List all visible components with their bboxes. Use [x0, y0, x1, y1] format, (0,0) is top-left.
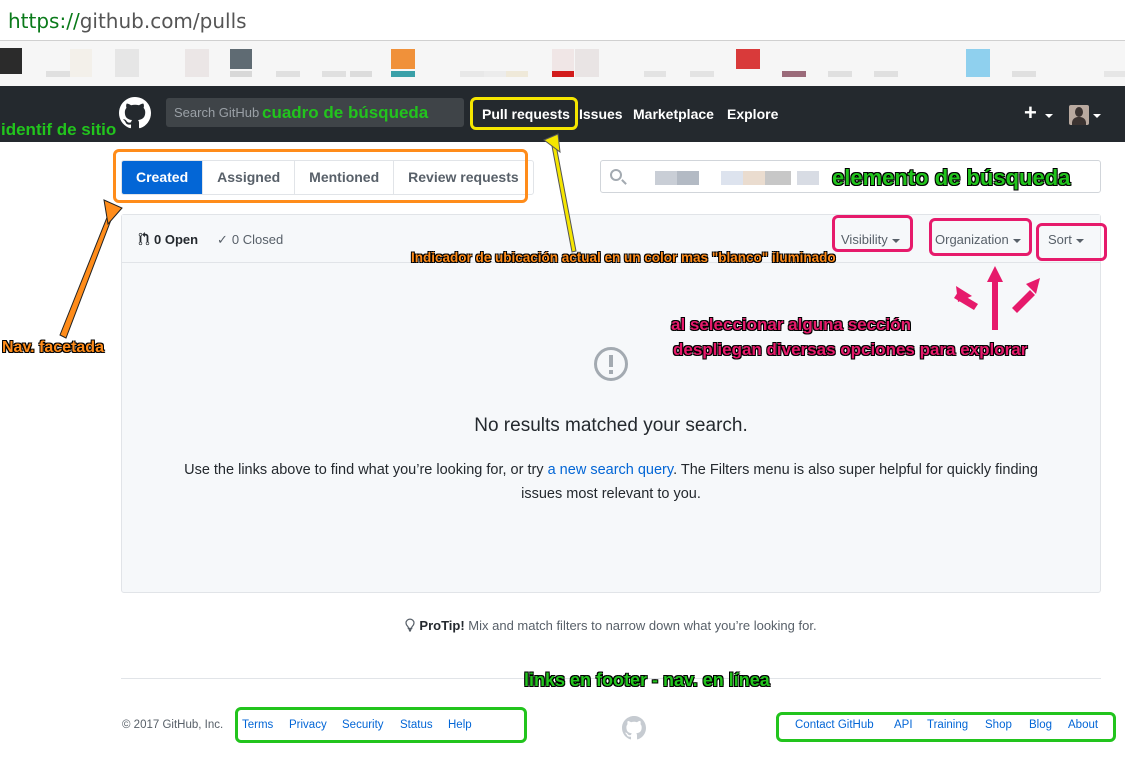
- annotation-frame-tabs: [113, 149, 528, 203]
- closed-count-label: 0 Closed: [231, 232, 284, 247]
- bookmark-icon[interactable]: [276, 71, 300, 77]
- bookmark-icon[interactable]: [690, 71, 714, 77]
- bookmark-icon[interactable]: [230, 49, 252, 69]
- bookmark-icon[interactable]: [736, 49, 760, 69]
- alert-icon: [594, 347, 628, 381]
- annotation-explore-line1: al seleccionar alguna sección: [671, 315, 912, 334]
- annotation-search-element: elemento de búsqueda: [832, 165, 1071, 190]
- bookmark-icon[interactable]: [1012, 71, 1036, 77]
- bookmark-icon[interactable]: [322, 71, 346, 77]
- open-count-label: 0 Open: [154, 232, 199, 247]
- plus-icon[interactable]: +: [1024, 100, 1037, 126]
- bookmark-icon[interactable]: [391, 49, 415, 69]
- annotation-frame-pull-requests: [470, 97, 578, 130]
- annotation-frame-visibility: [832, 215, 913, 252]
- bookmark-icon[interactable]: [782, 71, 806, 77]
- open-filter[interactable]: 0 Open: [138, 232, 198, 247]
- annotation-faceted-nav: Nav. facetada: [2, 339, 104, 356]
- search-icon: [610, 169, 622, 181]
- browser-address-bar[interactable]: https://github.com/pulls: [0, 0, 1125, 41]
- bookmark-icon[interactable]: [828, 71, 852, 77]
- github-logo-icon[interactable]: [119, 97, 151, 129]
- chevron-down-icon: [1045, 114, 1053, 118]
- bookmarks-bar: [0, 41, 1125, 86]
- annotation-explore-line2: despliegan diversas opciones para explor…: [673, 340, 1028, 359]
- bookmark-icon[interactable]: [874, 71, 898, 77]
- lightbulb-icon: [405, 618, 416, 632]
- blurred-query: [797, 171, 819, 185]
- github-footer-logo-icon[interactable]: [622, 716, 646, 740]
- annotation-footer-links: links en footer - nav. en línea: [524, 670, 770, 690]
- nav-marketplace[interactable]: Marketplace: [633, 106, 714, 122]
- bookmark-icon[interactable]: [575, 49, 599, 77]
- bookmark-icon[interactable]: [552, 71, 574, 77]
- annotation-location-indicator: Indicador de ubicación actual en un colo…: [411, 250, 836, 265]
- annotation-arrow-icon: [103, 199, 123, 226]
- bookmark-icon[interactable]: [350, 71, 372, 77]
- bookmark-icon[interactable]: [506, 71, 528, 77]
- new-search-query-link[interactable]: a new search query: [548, 462, 673, 478]
- nav-explore[interactable]: Explore: [727, 106, 778, 122]
- annotation-arrow-icon: [59, 209, 115, 339]
- protip-label: ProTip!: [419, 618, 465, 633]
- blankslate-title: No results matched your search.: [474, 415, 748, 436]
- annotation-frame-organization: [929, 218, 1032, 256]
- blurred-query: [655, 171, 677, 185]
- nav-issues[interactable]: Issues: [579, 106, 623, 122]
- bookmark-icon[interactable]: [1104, 71, 1125, 77]
- blurred-query: [743, 171, 765, 185]
- avatar[interactable]: [1069, 105, 1089, 125]
- bookmark-icon[interactable]: [70, 49, 92, 77]
- bookmark-icon[interactable]: [185, 49, 209, 77]
- bookmark-icon[interactable]: [966, 49, 990, 77]
- annotation-frame-footer-left: [235, 707, 527, 743]
- bookmark-icon[interactable]: [46, 71, 70, 77]
- bookmark-icon[interactable]: [644, 71, 666, 77]
- url-path: github.com/pulls: [79, 9, 247, 33]
- check-icon: ✓: [217, 232, 228, 247]
- blankslate-text: Use the links above to find what you’re …: [162, 458, 1060, 506]
- protip-text: Mix and match filters to narrow down wha…: [464, 618, 817, 633]
- bookmark-icon[interactable]: [391, 71, 415, 77]
- bookmark-icon[interactable]: [0, 48, 22, 74]
- bookmark-icon[interactable]: [460, 71, 484, 77]
- annotation-site-id: identif de sitio: [1, 120, 117, 139]
- url-scheme: https://: [8, 9, 80, 33]
- blurred-query: [721, 171, 743, 185]
- closed-filter[interactable]: ✓ 0 Closed: [217, 232, 283, 248]
- footer-copyright: © 2017 GitHub, Inc.: [122, 719, 224, 731]
- pull-request-icon: [138, 232, 150, 246]
- blurred-query: [677, 171, 699, 185]
- url-text[interactable]: https://github.com/pulls: [8, 9, 247, 33]
- bookmark-icon[interactable]: [115, 49, 139, 77]
- annotation-frame-footer-right: [776, 712, 1116, 742]
- bookmark-icon[interactable]: [484, 71, 506, 77]
- annotation-search-box: cuadro de búsqueda: [262, 103, 429, 122]
- issues-list-box: 0 Open ✓ 0 Closed Visibility Organization…: [121, 214, 1101, 593]
- annotation-frame-sort: [1036, 223, 1107, 261]
- chevron-down-icon: [1093, 114, 1101, 118]
- protip: ProTip! Mix and match filters to narrow …: [0, 617, 1125, 633]
- bookmark-icon[interactable]: [230, 71, 252, 77]
- blankslate-text-before: Use the links above to find what you’re …: [184, 462, 548, 478]
- blurred-query: [765, 171, 791, 185]
- search-placeholder: Search GitHub: [174, 105, 260, 120]
